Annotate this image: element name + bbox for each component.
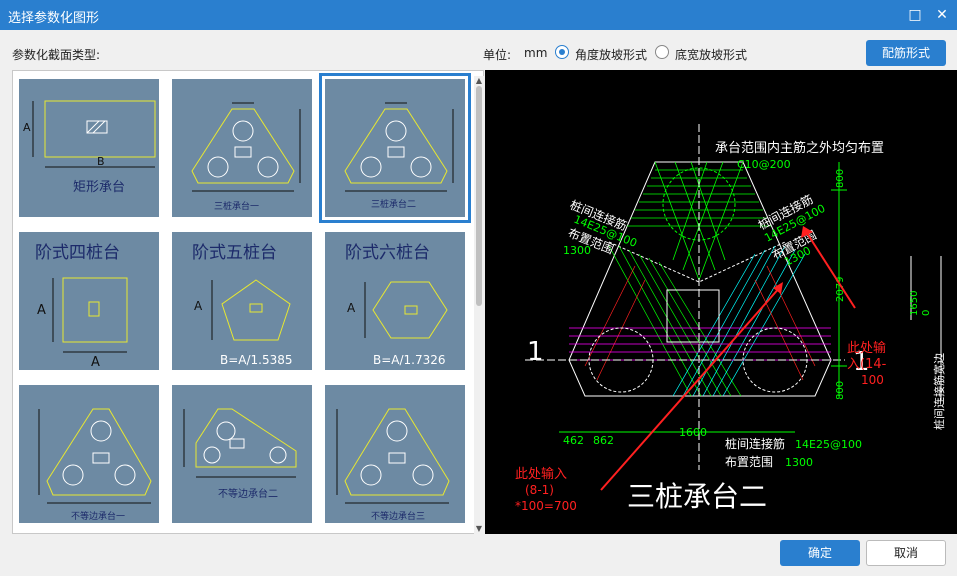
rectangular-cap-drawing: A B 矩形承台	[23, 100, 156, 195]
bottom-range-label: 布置范围	[725, 455, 773, 469]
section-type-label: 参数化截面类型:	[12, 48, 101, 62]
note-main: 承台范围内主筋之外均匀布置	[715, 140, 884, 156]
angle-slope-label[interactable]: 角度放坡形式	[575, 46, 647, 63]
red-note-right-2: 入(14-	[847, 357, 887, 372]
tile-rectangular-cap[interactable]: A B 矩形承台	[19, 79, 159, 217]
unequal-cap-3-drawing: 不等边承台三	[336, 408, 450, 522]
unequal-cap-2-drawing: 不等边承台二	[183, 408, 297, 500]
tile-formula: B=A/1.7326	[373, 353, 446, 367]
right-hatch	[672, 245, 806, 397]
dim-b: A	[91, 355, 100, 370]
left-range-value: 1300	[563, 244, 591, 257]
tile-caption: 不等边承台二	[218, 487, 278, 500]
unit-label: 单位:	[483, 48, 512, 62]
red-note-bottom-3: *100=700	[515, 499, 577, 513]
tile-three-pile-cap-1[interactable]: 三桩承台一	[172, 79, 312, 217]
tile-unequal-cap-2[interactable]: 不等边承台二	[172, 385, 312, 523]
stepped-four-pile-drawing: 阶式四桩台 A A	[35, 243, 128, 370]
close-icon[interactable]: ✕	[930, 3, 954, 27]
dim-862: 862	[593, 434, 614, 447]
red-note-right-3: 100	[861, 373, 884, 387]
tile-unequal-cap-3[interactable]: 不等边承台三	[325, 385, 465, 523]
dim-a: A	[37, 303, 46, 318]
tile-caption: 不等边承台一	[71, 510, 125, 522]
tile-title: 阶式五桩台	[192, 243, 277, 263]
side-text: 桩间连接筋宽边	[932, 353, 946, 430]
dim-462: 462	[563, 434, 584, 447]
maximize-icon[interactable]: □	[903, 3, 927, 27]
red-note-bottom-1: 此处输入	[515, 466, 567, 482]
rect-dim-b: B	[97, 155, 105, 168]
dim-1600: 1600	[679, 426, 707, 439]
tile-caption: 三桩承台一	[214, 200, 259, 212]
three-pile-cap-1-drawing: 三桩承台一	[191, 102, 301, 212]
tile-formula: B=A/1.5385	[220, 353, 293, 367]
dim-0: 0	[921, 310, 932, 316]
tile-stepped-five-pile[interactable]: 阶式五桩台 A B=A/1.5385	[172, 232, 312, 370]
tile-title: 阶式四桩台	[35, 243, 120, 263]
magenta-band	[569, 327, 831, 361]
dim-top: 800	[835, 169, 846, 188]
three-pile-cap-2-drawing: 三桩承台二	[344, 102, 454, 210]
section-left: 1	[527, 337, 544, 367]
dim-a: A	[347, 301, 356, 315]
scroll-down-icon[interactable]: ▼	[474, 524, 484, 534]
scroll-up-icon[interactable]: ▲	[474, 76, 484, 86]
dim-1650: 1650	[909, 291, 920, 316]
tile-three-pile-cap-2[interactable]: 三桩承台二	[319, 73, 471, 223]
tile-caption: 不等边承台三	[371, 510, 425, 522]
bottom-range-value: 1300	[785, 456, 813, 469]
ok-button[interactable]: 确定	[780, 540, 860, 566]
dim-a: A	[194, 299, 203, 313]
title-bar: 选择参数化图形 □ ✕	[0, 0, 957, 30]
angle-slope-radio[interactable]	[555, 45, 569, 59]
stepped-five-pile-drawing: 阶式五桩台 A B=A/1.5385	[192, 243, 293, 367]
bottom-rebar-label: 桩间连接筋	[725, 436, 785, 451]
cancel-button[interactable]: 取消	[866, 540, 946, 566]
width-slope-radio[interactable]	[655, 45, 669, 59]
cad-drawing: 800 2079 800 1650 0 桩间连接筋宽边 462 862 1600…	[515, 124, 946, 513]
tile-stepped-six-pile[interactable]: 阶式六桩台 A B=A/1.7326	[325, 232, 465, 370]
dim-bottom: 800	[835, 381, 846, 400]
red-note-bottom-2: (8-1)	[525, 483, 554, 497]
unequal-cap-1-drawing: 不等边承台一	[38, 408, 152, 522]
bottom-rebar-spec: 14E25@100	[795, 438, 862, 451]
tile-title: 阶式六桩台	[345, 243, 430, 263]
rebar-form-button[interactable]: 配筋形式	[866, 40, 946, 66]
list-scrollbar[interactable]: ▲ ▼	[474, 76, 484, 534]
tile-unequal-cap-1[interactable]: 不等边承台一	[19, 385, 159, 523]
width-slope-label[interactable]: 底宽放坡形式	[675, 46, 747, 63]
window-title: 选择参数化图形	[8, 11, 100, 26]
scroll-thumb[interactable]	[476, 86, 482, 306]
red-hatch	[584, 265, 816, 381]
unit-value: mm	[524, 46, 548, 60]
preview-panel: 800 2079 800 1650 0 桩间连接筋宽边 462 862 1600…	[485, 70, 957, 534]
left-hatch	[608, 245, 742, 397]
tile-caption: 矩形承台	[73, 180, 125, 195]
tile-caption: 三桩承台二	[371, 198, 416, 210]
rect-dim-a: A	[23, 121, 31, 134]
red-note-right-1: 此处输	[847, 340, 886, 356]
section-type-list: A B 矩形承台 三桩承台一 三桩承台二 阶式四桩台 A A 阶式五桩台 A B…	[12, 70, 484, 534]
preview-big-title: 三桩承台二	[627, 480, 767, 513]
stepped-six-pile-drawing: 阶式六桩台 A B=A/1.7326	[345, 243, 448, 367]
tile-stepped-four-pile[interactable]: 阶式四桩台 A A	[19, 232, 159, 370]
note-main-spec: C10@200	[737, 158, 791, 171]
